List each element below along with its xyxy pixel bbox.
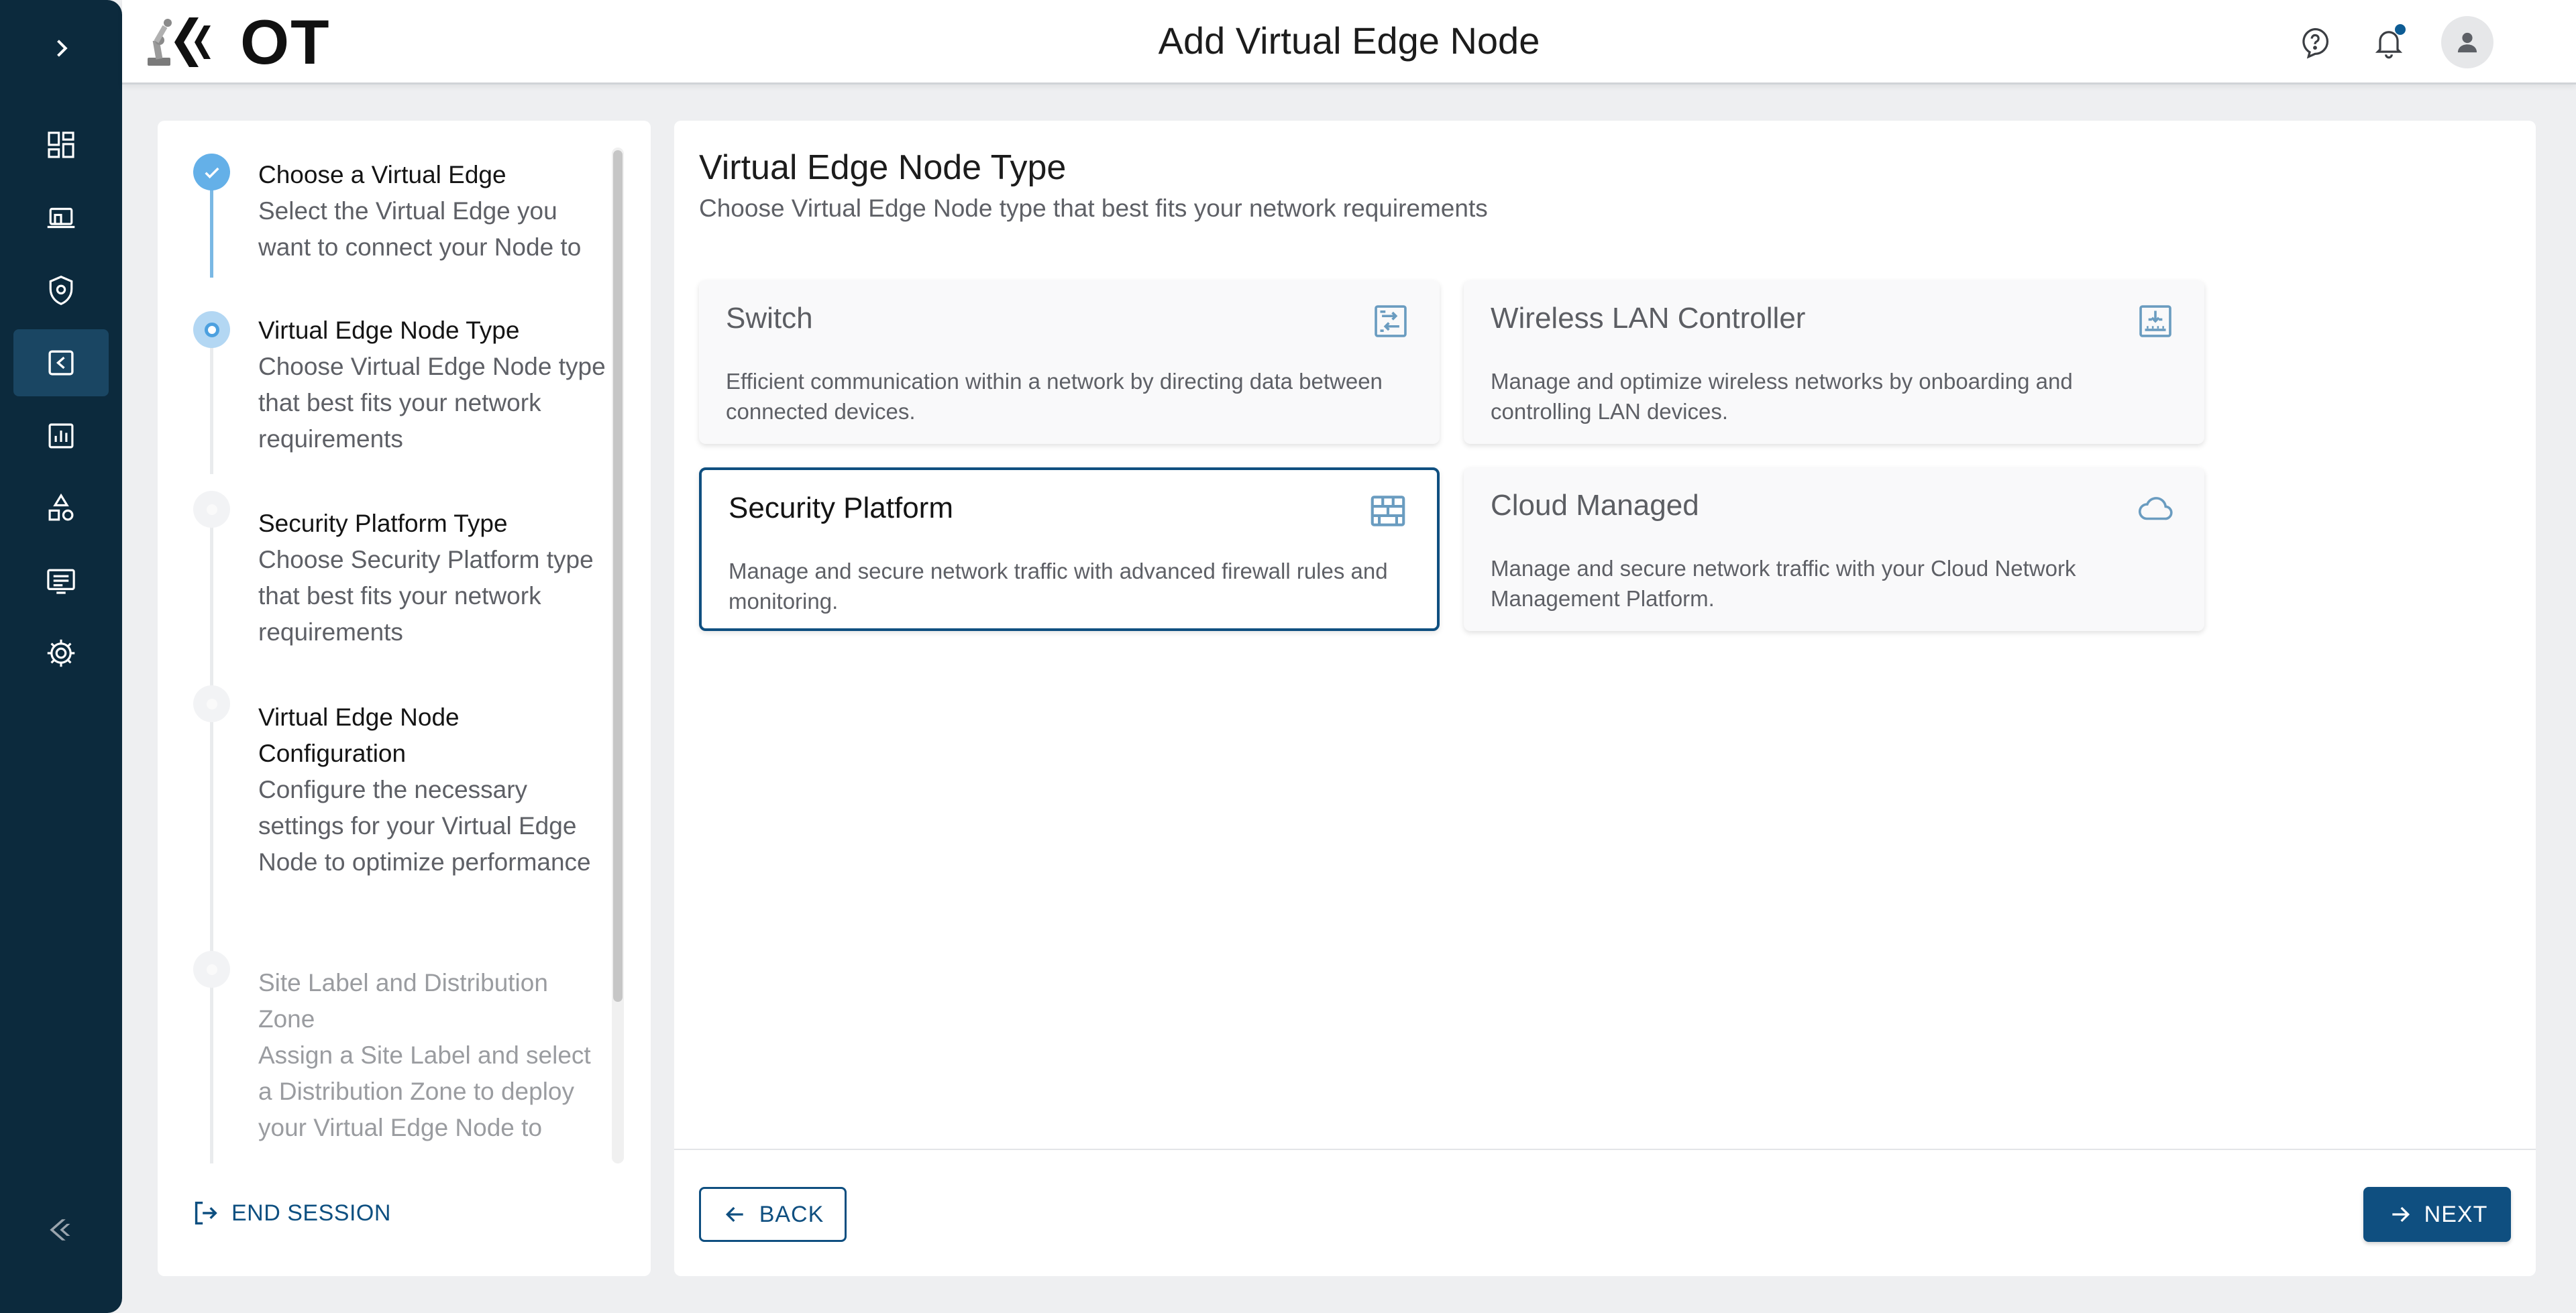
step-5-indicator [193, 951, 230, 988]
section-title: Virtual Edge Node Type [699, 148, 1067, 187]
step-1-indicator [193, 154, 230, 190]
nav-item-devices[interactable] [13, 184, 109, 251]
nav-item-reports[interactable] [13, 402, 109, 469]
steps-list[interactable]: Choose a Virtual Edge Select the Virtual… [158, 121, 651, 1163]
page-title: Add Virtual Edge Node [1158, 19, 1540, 62]
nav-item-dashboard[interactable] [13, 111, 109, 178]
steps-scrollbar-thumb[interactable] [613, 150, 623, 1002]
end-session-label: END SESSION [231, 1200, 391, 1226]
devices-icon [47, 207, 75, 229]
expand-nav-button[interactable] [13, 15, 109, 82]
step-title: Virtual Edge Node Type [258, 317, 520, 344]
step-connector [210, 720, 213, 956]
card-title: Security Platform [729, 492, 953, 524]
chevron-right-icon [57, 40, 68, 57]
card-security-platform[interactable]: Security Platform Manage and secure netw… [699, 467, 1440, 631]
step-2[interactable]: Virtual Edge Node Type Choose Virtual Ed… [258, 312, 607, 457]
checkmark-icon [204, 167, 219, 178]
security-shield-icon [49, 276, 73, 305]
nav-item-settings[interactable] [13, 620, 109, 687]
step-description: Choose Virtual Edge Node type that best … [258, 353, 606, 453]
card-title: Switch [726, 302, 813, 335]
card-description: Manage and secure network traffic with y… [1491, 556, 2076, 611]
end-session-button[interactable]: END SESSION [190, 1198, 391, 1229]
card-description: Manage and optimize wireless networks by… [1491, 369, 2073, 424]
logout-icon [195, 1201, 217, 1225]
card-title: Wireless LAN Controller [1491, 302, 1806, 335]
wlan-controller-icon [2135, 300, 2176, 342]
step-description: Choose Security Platform type that best … [258, 546, 594, 646]
switch-icon [1370, 300, 1411, 342]
help-icon [2302, 27, 2328, 59]
nav-item-list[interactable] [13, 547, 109, 614]
step-connector [210, 982, 213, 1163]
step-title: Security Platform Type [258, 510, 508, 537]
step-title: Site Label and Distribution Zone [258, 969, 548, 1033]
step-1[interactable]: Choose a Virtual Edge Select the Virtual… [258, 157, 607, 266]
step-connector [210, 526, 213, 701]
step-5: Site Label and Distribution Zone Assign … [258, 965, 607, 1146]
main-content-panel: Virtual Edge Node Type Choose Virtual Ed… [674, 121, 2536, 1276]
step-4-indicator [193, 685, 230, 722]
section-subtitle: Choose Virtual Edge Node type that best … [699, 194, 1488, 222]
step-2-indicator [193, 311, 230, 348]
step-description: Configure the necessary settings for you… [258, 776, 591, 876]
footer-divider [674, 1149, 2536, 1150]
step-connector [210, 176, 213, 278]
step-3[interactable]: Security Platform Type Choose Security P… [258, 506, 607, 650]
back-label: BACK [759, 1201, 824, 1227]
reports-chart-icon [48, 423, 74, 449]
brand-logo-button[interactable] [13, 1196, 109, 1263]
user-avatar-button[interactable] [2441, 16, 2493, 68]
shapes-icon [48, 493, 74, 521]
card-title: Cloud Managed [1491, 489, 1699, 522]
nav-item-security[interactable] [13, 257, 109, 324]
cloud-icon [2135, 488, 2176, 529]
list-window-icon [47, 569, 75, 594]
nav-item-virtual-edge[interactable] [13, 329, 109, 396]
wizard-steps-panel: Choose a Virtual Edge Select the Virtual… [158, 121, 651, 1276]
card-cloud-managed[interactable]: Cloud Managed Manage and secure network … [1464, 467, 2204, 631]
back-button[interactable]: BACK [699, 1187, 847, 1242]
card-description: Efficient communication within a network… [726, 369, 1383, 424]
arrow-left-icon [725, 1206, 743, 1222]
dashboard-icon [48, 131, 74, 158]
step-title: Choose a Virtual Edge [258, 161, 506, 188]
step-description: Assign a Site Label and select a Distrib… [258, 1041, 591, 1141]
next-label: NEXT [2424, 1201, 2488, 1227]
virtual-edge-icon [48, 350, 74, 376]
help-button[interactable] [2289, 16, 2341, 68]
nav-item-shapes[interactable] [13, 475, 109, 542]
arrow-right-icon [2392, 1206, 2410, 1222]
firewall-icon [1367, 490, 1409, 532]
next-button[interactable]: NEXT [2363, 1187, 2511, 1242]
user-icon [2457, 32, 2477, 53]
step-connector [210, 330, 213, 474]
step-4[interactable]: Virtual Edge Node Configuration Configur… [258, 699, 607, 880]
step-title: Virtual Edge Node Configuration [258, 703, 460, 767]
card-description: Manage and secure network traffic with a… [729, 559, 1388, 614]
brand-logo-icon [50, 1219, 70, 1241]
step-description: Select the Virtual Edge you want to conn… [258, 197, 582, 261]
top-header: OT Add Virtual Edge Node [122, 0, 2576, 84]
notifications-button[interactable] [2363, 16, 2415, 68]
left-nav [0, 0, 122, 1313]
card-switch[interactable]: Switch Efficient communication within a … [699, 280, 1440, 444]
notification-badge [2395, 24, 2406, 35]
settings-gear-icon [47, 639, 75, 667]
card-wireless-lan-controller[interactable]: Wireless LAN Controller Manage and optim… [1464, 280, 2204, 444]
step-3-indicator [193, 491, 230, 528]
